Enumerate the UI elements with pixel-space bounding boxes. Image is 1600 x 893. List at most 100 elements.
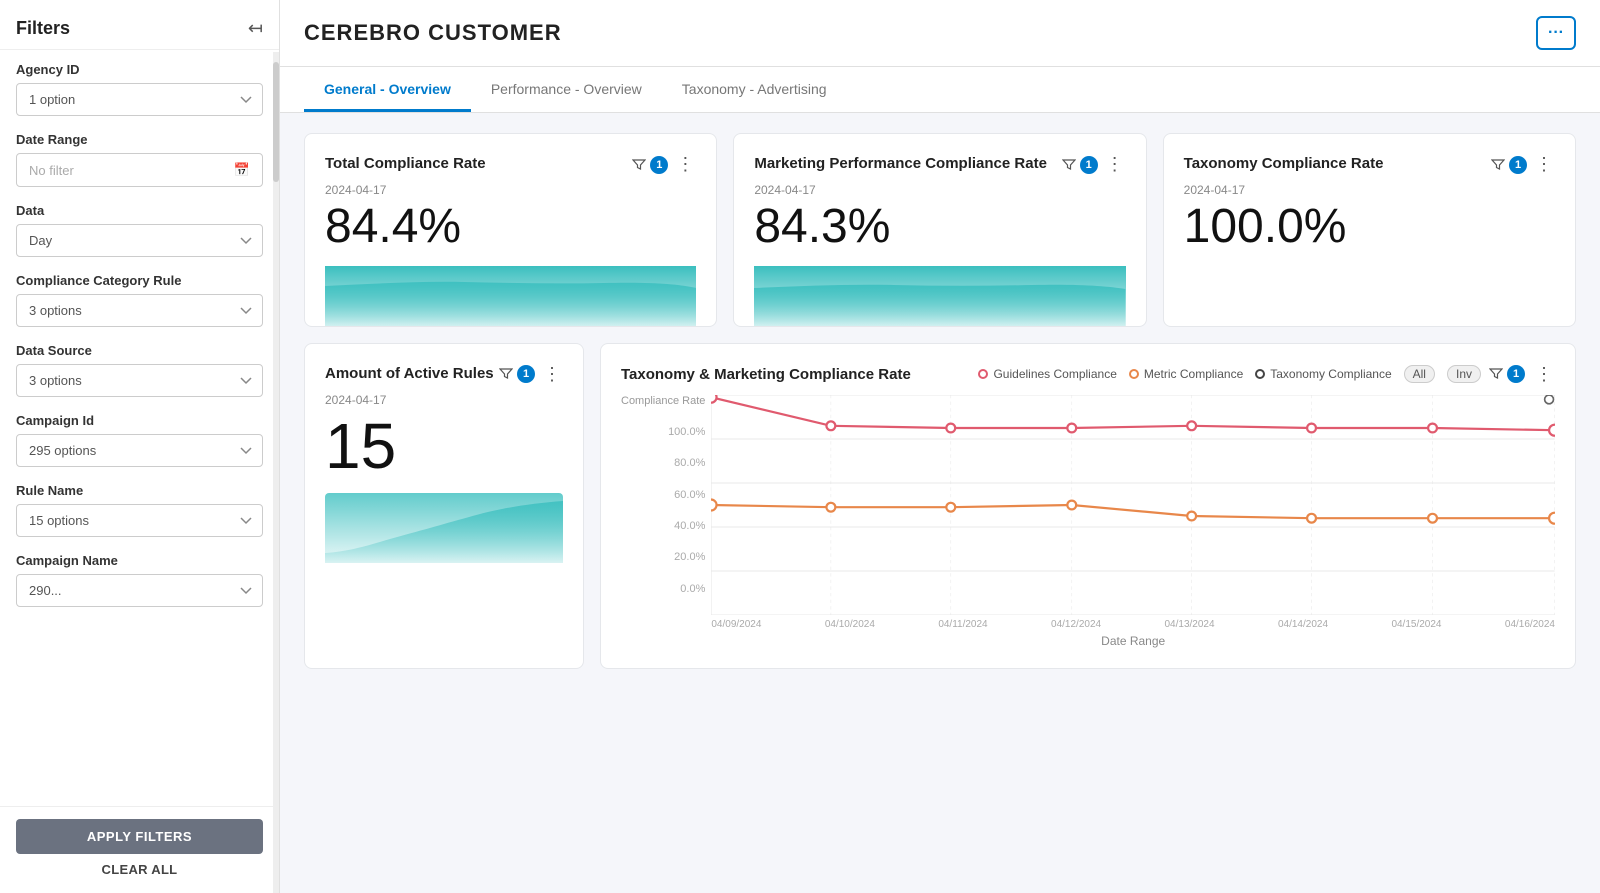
bottom-row: Amount of Active Rules 1 ⋮ 2024-04-17 [304,343,1576,669]
active-rules-value: 15 [325,411,563,481]
x-tick-8: 04/16/2024 [1505,619,1555,630]
apply-filters-button[interactable]: APPLY FILTERS [16,819,263,854]
kpi-filter-button-2[interactable]: 1 [1062,156,1098,174]
filter-label-data: Data [16,203,263,218]
kpi-card-header-2: Marketing Performance Compliance Rate 1 … [754,154,1125,175]
chart-area: Compliance Rate 100.0% 80.0% 60.0% 40.0%… [621,395,1555,648]
kpi-title-marketing-performance: Marketing Performance Compliance Rate [754,154,1061,174]
main-content: CEREBRO CUSTOMER ··· General - Overview … [280,0,1600,893]
active-rules-title: Amount of Active Rules [325,364,494,384]
scrollbar-thumb[interactable] [273,62,279,182]
legend-inv-badge[interactable]: Inv [1447,365,1481,383]
header-menu-button[interactable]: ··· [1536,16,1576,50]
tab-taxonomy-advertising[interactable]: Taxonomy - Advertising [662,67,847,112]
kpi-chart-1 [325,266,696,326]
chart-plot: 04/09/2024 04/10/2024 04/11/2024 04/12/2… [711,395,1555,648]
filter-select-data-source[interactable]: 3 options [16,364,263,397]
x-axis: 04/09/2024 04/10/2024 04/11/2024 04/12/2… [711,615,1555,630]
kpi-actions-3: 1 ⋮ [1491,154,1555,175]
kpi-chart-2 [754,266,1125,326]
line-chart-controls: Guidelines Compliance Metric Compliance … [978,364,1555,385]
legend-all-badge[interactable]: All [1404,365,1435,383]
filter-icon-1 [632,158,646,172]
legend-dot-guidelines [978,369,988,379]
kpi-value-2: 84.3% [754,201,1125,254]
kpi-more-button-1[interactable]: ⋮ [674,154,696,175]
x-tick-6: 04/14/2024 [1278,619,1328,630]
kpi-value-1: 84.4% [325,201,696,254]
y-tick-60: 60.0% [674,489,705,501]
filter-select-data[interactable]: Day [16,224,263,257]
collapse-icon: ↤ [248,18,263,39]
active-rules-header: Amount of Active Rules 1 ⋮ [325,364,563,385]
line-chart-svg [711,395,1555,615]
date-range-value: No filter [29,163,74,178]
main-header: CEREBRO CUSTOMER ··· [280,0,1600,67]
kpi-date-1: 2024-04-17 [325,183,696,197]
kpi-value-3: 100.0% [1184,201,1555,254]
filter-icon-2 [1062,158,1076,172]
dashboard-content: Total Compliance Rate 1 ⋮ 2024-04-17 [280,113,1600,893]
sidebar-title: Filters [16,18,70,39]
filter-icon-3 [1491,158,1505,172]
kpi-more-button-3[interactable]: ⋮ [1533,154,1555,175]
kpi-filter-badge-3: 1 [1509,156,1527,174]
filter-label-data-source: Data Source [16,343,263,358]
active-rules-card: Amount of Active Rules 1 ⋮ 2024-04-17 [304,343,584,669]
y-tick-20: 20.0% [674,551,705,563]
filter-group-agency-id: Agency ID 1 option [16,62,263,116]
legend-dot-taxonomy [1255,369,1265,379]
line-chart-more-button[interactable]: ⋮ [1533,364,1555,385]
x-tick-1: 04/09/2024 [711,619,761,630]
x-axis-label: Date Range [711,634,1555,648]
filter-label-agency-id: Agency ID [16,62,263,77]
y-tick-100: 100.0% [668,426,705,438]
clear-all-button[interactable]: CLEAR ALL [16,862,263,877]
kpi-wave-svg-1 [325,266,696,326]
legend-label-guidelines: Guidelines Compliance [993,367,1116,381]
filter-label-compliance-category: Compliance Category Rule [16,273,263,288]
kpi-filter-button-1[interactable]: 1 [632,156,668,174]
kpi-actions-2: 1 ⋮ [1062,154,1126,175]
x-tick-2: 04/10/2024 [825,619,875,630]
kpi-title-taxonomy-compliance: Taxonomy Compliance Rate [1184,154,1491,174]
kpi-more-button-2[interactable]: ⋮ [1104,154,1126,175]
kpi-filter-button-3[interactable]: 1 [1491,156,1527,174]
y-label-compliance: Compliance Rate [621,395,705,407]
active-rules-date: 2024-04-17 [325,393,563,407]
calendar-icon: 📅 [234,162,250,178]
tab-performance-overview[interactable]: Performance - Overview [471,67,662,112]
filter-select-date-range[interactable]: No filter 📅 [16,153,263,187]
kpi-card-taxonomy-compliance: Taxonomy Compliance Rate 1 ⋮ 2024-04-17 [1163,133,1576,327]
active-rules-filter-button[interactable]: 1 [499,365,535,383]
kpi-filter-badge-1: 1 [650,156,668,174]
active-rules-more-button[interactable]: ⋮ [541,364,563,385]
filter-group-date-range: Date Range No filter 📅 [16,132,263,187]
kpi-actions-1: 1 ⋮ [632,154,696,175]
legend-taxonomy: Taxonomy Compliance [1255,367,1391,381]
filter-select-campaign-name[interactable]: 290... [16,574,263,607]
kpi-filter-badge-2: 1 [1080,156,1098,174]
filter-label-campaign-name: Campaign Name [16,553,263,568]
kpi-chart-3 [1184,266,1555,326]
tab-general-overview[interactable]: General - Overview [304,67,471,112]
filter-select-rule-name[interactable]: 15 options [16,504,263,537]
filter-group-campaign-name: Campaign Name 290... [16,553,263,607]
active-rules-actions: 1 ⋮ [499,364,563,385]
sidebar: Filters ↤ Agency ID 1 option Date Range … [0,0,280,893]
x-tick-4: 04/12/2024 [1051,619,1101,630]
x-tick-7: 04/15/2024 [1391,619,1441,630]
scrollbar-track [273,52,279,893]
line-chart-filter-button[interactable]: 1 [1489,365,1525,383]
kpi-wave-svg-2 [754,266,1125,326]
chart-legend: Guidelines Compliance Metric Compliance … [978,365,1481,383]
filter-select-compliance-category[interactable]: 3 options [16,294,263,327]
filter-label-rule-name: Rule Name [16,483,263,498]
sidebar-collapse-button[interactable]: ↤ [248,18,263,39]
filter-select-campaign-id[interactable]: 295 options [16,434,263,467]
legend-guidelines: Guidelines Compliance [978,367,1116,381]
legend-dot-metric [1129,369,1139,379]
line-chart-filter-icon [1489,367,1503,381]
filter-select-agency-id[interactable]: 1 option [16,83,263,116]
legend-metric: Metric Compliance [1129,367,1243,381]
